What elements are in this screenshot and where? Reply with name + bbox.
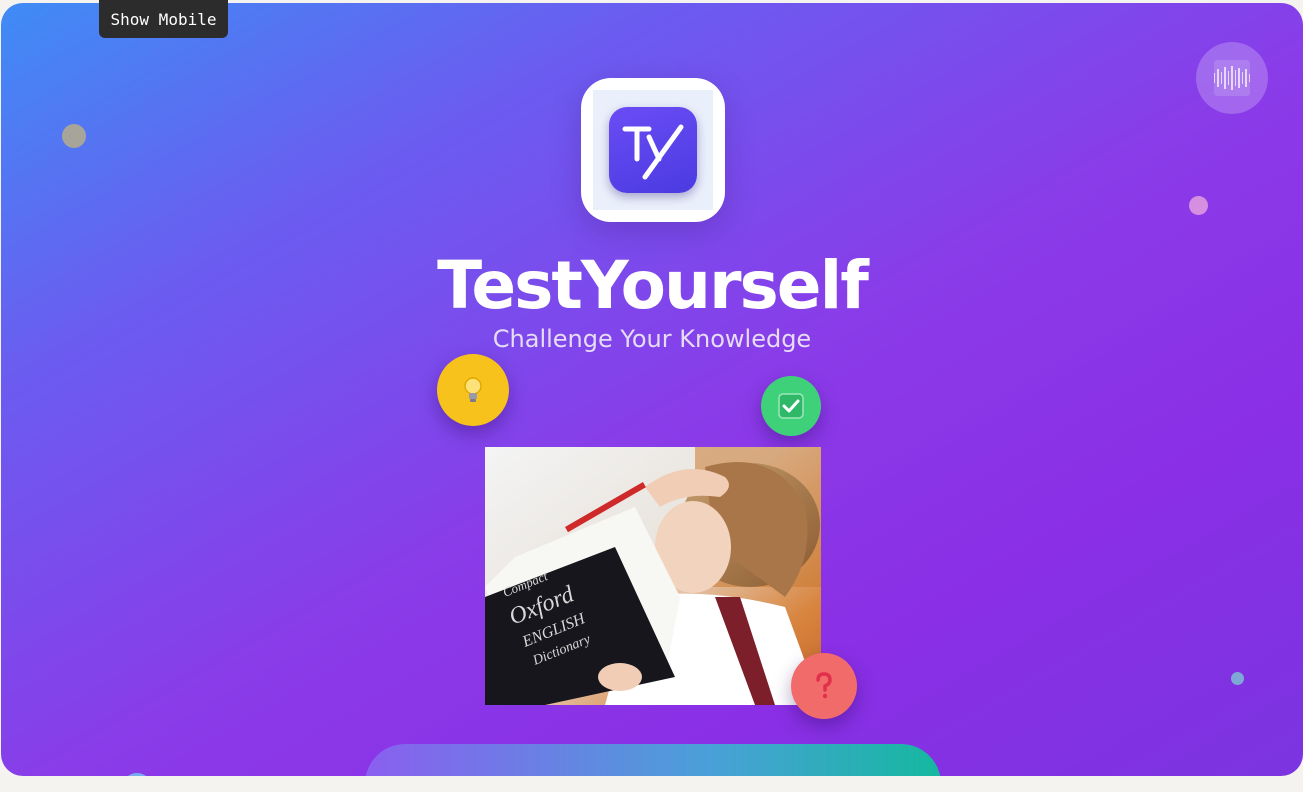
question-mark-icon <box>816 672 832 699</box>
checkmark-icon <box>778 393 804 419</box>
hero-photo: Compact Oxford ENGLISH Dictionary <box>485 447 821 705</box>
checkmark-badge <box>761 376 821 436</box>
lightbulb-badge <box>437 354 509 426</box>
sound-toggle-button[interactable] <box>1196 42 1268 114</box>
question-badge <box>791 653 857 719</box>
splash-screen: TestYourself Challenge Your Knowledge Co… <box>1 3 1303 776</box>
decorative-dot <box>1189 196 1208 215</box>
sound-wave-icon <box>1214 60 1250 96</box>
lightbulb-icon <box>464 377 482 402</box>
app-title: TestYourself <box>437 247 869 324</box>
app-logo <box>581 78 725 222</box>
app-logo-tile <box>609 107 697 193</box>
ty-monogram-icon <box>622 124 684 180</box>
decorative-dot <box>1231 672 1244 685</box>
app-subtitle: Challenge Your Knowledge <box>492 325 812 353</box>
decorative-dot <box>122 773 152 776</box>
girl-reading-dictionary-image: Compact Oxford ENGLISH Dictionary <box>485 447 821 705</box>
show-mobile-button[interactable]: Show Mobile <box>99 0 228 38</box>
start-button[interactable] <box>365 744 941 776</box>
decorative-dot <box>62 124 86 148</box>
